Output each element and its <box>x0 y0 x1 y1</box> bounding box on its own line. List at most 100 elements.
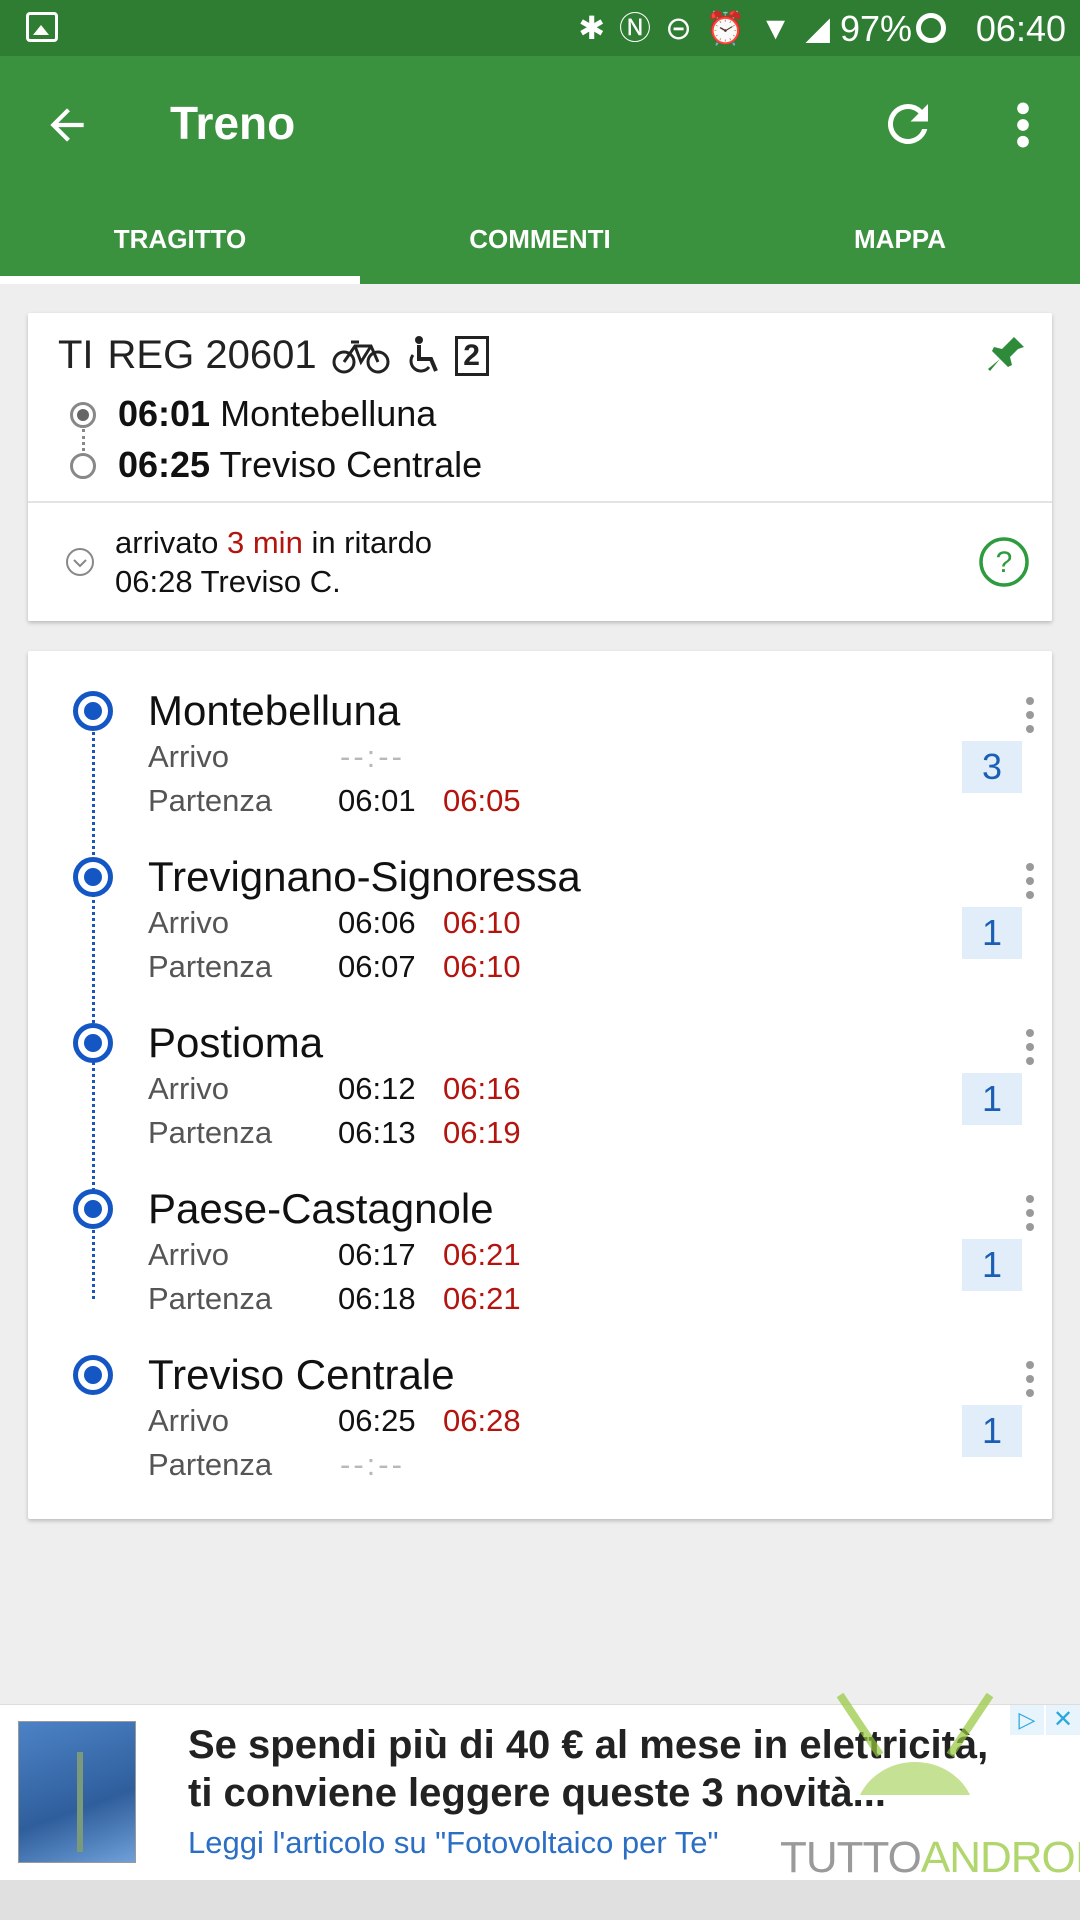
android-robot-watermark-icon <box>836 1692 994 1795</box>
refresh-icon[interactable] <box>878 94 938 154</box>
arrival-line: 06:28 Treviso C. <box>115 564 341 599</box>
stop-item[interactable]: Paese-Castagnole Arrivo 06:17 06:21 Part… <box>28 1185 1052 1349</box>
arrival-actual: 06:10 <box>443 905 521 940</box>
stop-menu-icon[interactable] <box>1024 1359 1036 1399</box>
route-connector <box>82 429 85 451</box>
stop-item[interactable]: Montebelluna Arrivo --:-- Partenza 06:01… <box>28 687 1052 851</box>
platform-badge: 3 <box>962 741 1022 793</box>
ad-close-icon[interactable]: ✕ <box>1046 1705 1080 1735</box>
destination-dot <box>70 453 96 479</box>
battery-percent: 97% <box>839 8 912 49</box>
wifi-icon: ▼ <box>759 10 792 46</box>
origin-time: 06:01 <box>118 393 211 434</box>
bottom-strip <box>0 1880 1080 1920</box>
stop-name: Trevignano-Signoressa <box>148 853 581 900</box>
arrival-actual: 06:28 <box>443 1403 521 1438</box>
stop-marker-icon <box>73 1189 113 1229</box>
departure-scheduled: 06:01 <box>338 783 416 818</box>
svg-text:?: ? <box>996 546 1013 579</box>
dnd-icon: ⊝ <box>665 10 692 46</box>
ad-image <box>18 1721 136 1863</box>
status-prefix: arrivato <box>115 525 219 560</box>
arrival-label: Arrivo <box>148 739 229 774</box>
train-summary-card: TI REG 20601 2 06:01 Montebelluna 06:25 … <box>28 313 1052 621</box>
ad-banner[interactable]: Se spendi più di 40 € al mese in elettri… <box>0 1692 1080 1882</box>
second-class-badge: 2 <box>454 335 489 376</box>
image-notification-icon <box>26 12 58 42</box>
bluetooth-icon: ✱ <box>578 10 606 46</box>
stop-menu-icon[interactable] <box>1024 861 1036 901</box>
battery-icon <box>916 13 946 43</box>
status-bar: ✱ Ⓝ ⊝ ⏰ ▼ ◢ 97% 06:40 <box>0 0 1080 56</box>
departure-actual: 06:21 <box>443 1281 521 1316</box>
stop-name: Paese-Castagnole <box>148 1185 494 1232</box>
tab-tragitto[interactable]: TRAGITTO <box>0 216 360 284</box>
stop-item[interactable]: Treviso Centrale Arrivo 06:25 06:28 Part… <box>28 1351 1052 1515</box>
departure-actual: 06:05 <box>443 783 521 818</box>
nfc-icon: Ⓝ <box>619 10 652 46</box>
stop-marker-icon <box>73 691 113 731</box>
arrival-label: Arrivo <box>148 905 229 940</box>
departure-label: Partenza <box>148 783 273 818</box>
stop-menu-icon[interactable] <box>1024 1193 1036 1233</box>
delay-amount: 3 min <box>227 525 303 560</box>
stop-marker-icon <box>73 1355 113 1395</box>
arrival-scheduled: 06:17 <box>338 1237 416 1272</box>
departure-actual: 06:10 <box>443 949 521 984</box>
train-id: REG 20601 <box>107 333 317 377</box>
tab-bar: TRAGITTO COMMENTI MAPPA <box>0 216 1080 284</box>
departure-actual: 06:19 <box>443 1115 521 1150</box>
selected-tab-indicator <box>0 276 360 284</box>
signal-icon: ◢ <box>805 10 830 46</box>
departure-label: Partenza <box>148 1281 273 1316</box>
back-arrow-icon[interactable] <box>42 100 92 150</box>
platform-badge: 1 <box>962 907 1022 959</box>
stop-item[interactable]: Trevignano-Signoressa Arrivo 06:06 06:10… <box>28 853 1052 1017</box>
platform-badge: 1 <box>962 1405 1022 1457</box>
arrival-actual: 06:21 <box>443 1237 521 1272</box>
departure-scheduled: --:-- <box>340 1447 405 1482</box>
platform-badge: 1 <box>962 1239 1022 1291</box>
stop-marker-icon <box>73 1023 113 1063</box>
ad-link[interactable]: Leggi l'articolo su "Fotovoltaico per Te… <box>188 1825 719 1861</box>
stop-name: Montebelluna <box>148 687 401 734</box>
stop-menu-icon[interactable] <box>1024 1027 1036 1067</box>
train-header: TI REG 20601 2 <box>58 333 489 378</box>
card-divider <box>28 501 1052 503</box>
stop-name: Postioma <box>148 1019 324 1066</box>
wheelchair-icon <box>409 335 438 372</box>
help-icon[interactable]: ? <box>978 536 1030 588</box>
ad-subheadline: ti conviene leggere queste 3 novità... <box>188 1771 886 1815</box>
stop-name: Treviso Centrale <box>148 1351 455 1398</box>
departure-label: Partenza <box>148 1115 273 1150</box>
arrival-label: Arrivo <box>148 1403 229 1438</box>
clock-chevron-icon <box>66 548 94 576</box>
arrival-label: Arrivo <box>148 1237 229 1272</box>
overflow-menu-icon[interactable] <box>1008 100 1038 150</box>
departure-scheduled: 06:18 <box>338 1281 416 1316</box>
platform-badge: 1 <box>962 1073 1022 1125</box>
arrival-status: arrivato 3 min in ritardo 06:28 Treviso … <box>115 523 432 601</box>
arrival-scheduled: 06:25 <box>338 1403 416 1438</box>
departure-label: Partenza <box>148 1447 273 1482</box>
destination-station: Treviso Centrale <box>219 444 483 485</box>
arrival-actual: 06:16 <box>443 1071 521 1106</box>
departure-scheduled: 06:07 <box>338 949 416 984</box>
stop-menu-icon[interactable] <box>1024 695 1036 735</box>
status-suffix: in ritardo <box>311 525 433 560</box>
tab-mappa[interactable]: MAPPA <box>720 216 1080 284</box>
tab-commenti[interactable]: COMMENTI <box>360 216 720 284</box>
stop-marker-icon <box>73 857 113 897</box>
page-title: Treno <box>170 97 296 149</box>
train-type: TI <box>58 333 94 377</box>
app-bar: Treno TRAGITTO COMMENTI MAPPA <box>0 56 1080 284</box>
destination-time: 06:25 <box>118 444 211 485</box>
clock-time: 06:40 <box>975 8 1066 49</box>
origin-dot <box>70 402 96 428</box>
pin-icon[interactable] <box>982 331 1030 379</box>
stops-card: Montebelluna Arrivo --:-- Partenza 06:01… <box>28 651 1052 1519</box>
ad-choices-icon[interactable]: ▷ <box>1010 1705 1044 1735</box>
stop-item[interactable]: Postioma Arrivo 06:12 06:16 Partenza 06:… <box>28 1019 1052 1183</box>
watermark-text: TUTTOANDROID <box>780 1833 1080 1882</box>
origin-station: Montebelluna <box>220 393 437 434</box>
